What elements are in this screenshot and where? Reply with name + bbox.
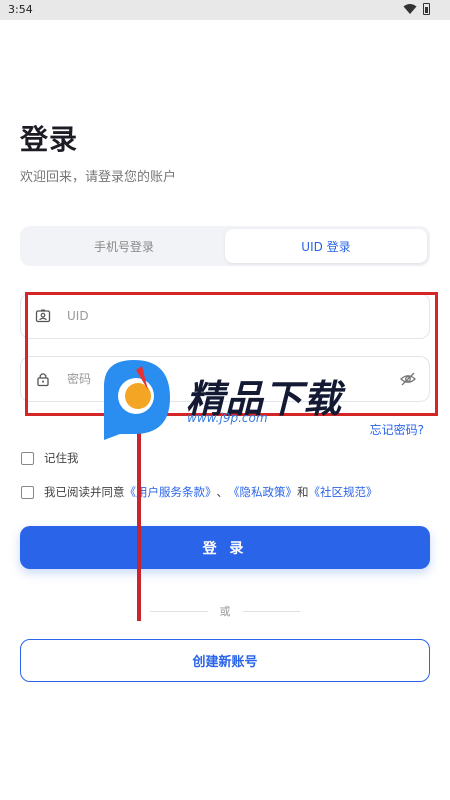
status-icons [403, 3, 430, 15]
divider-line-left [150, 610, 208, 612]
agreement-separator: 、 [216, 485, 229, 499]
login-method-tabs: 手机号登录 UID 登录 [20, 226, 430, 266]
tab-uid-login[interactable]: UID 登录 [225, 229, 427, 263]
battery-icon [423, 3, 430, 15]
privacy-link[interactable]: 《隐私政策》 [228, 484, 297, 500]
community-link[interactable]: 《社区规范》 [309, 484, 378, 500]
forgot-password-link[interactable]: 忘记密码? [370, 421, 424, 438]
remember-me-label: 记住我 [44, 451, 79, 465]
or-divider: 或 [150, 603, 300, 619]
tab-phone-login[interactable]: 手机号登录 [23, 229, 225, 263]
remember-me-row[interactable]: 记住我 [21, 450, 79, 466]
agreement-prefix: 我已阅读并同意 [44, 485, 125, 499]
divider-line-right [242, 610, 300, 612]
divider-label: 或 [219, 605, 231, 618]
login-button[interactable]: 登 录 [20, 526, 430, 569]
watermark-logo-icon [104, 360, 170, 440]
create-account-button[interactable]: 创建新账号 [20, 639, 430, 682]
page-subtitle: 欢迎回来，请登录您的账户 [20, 170, 177, 185]
agreement-row: 我已阅读并同意 《用户服务条款》 、 《隐私政策》 和 《社区规范》 [21, 484, 378, 500]
agreement-checkbox[interactable] [21, 485, 34, 499]
agreement-and: 和 [297, 485, 309, 499]
watermark-url: www.j9p.com [187, 411, 268, 425]
status-bar: 3:54 [0, 0, 450, 20]
page-title: 登录 [20, 123, 79, 156]
status-time: 3:54 [8, 3, 33, 16]
wifi-icon [403, 4, 417, 14]
remember-me-checkbox[interactable] [21, 451, 34, 465]
